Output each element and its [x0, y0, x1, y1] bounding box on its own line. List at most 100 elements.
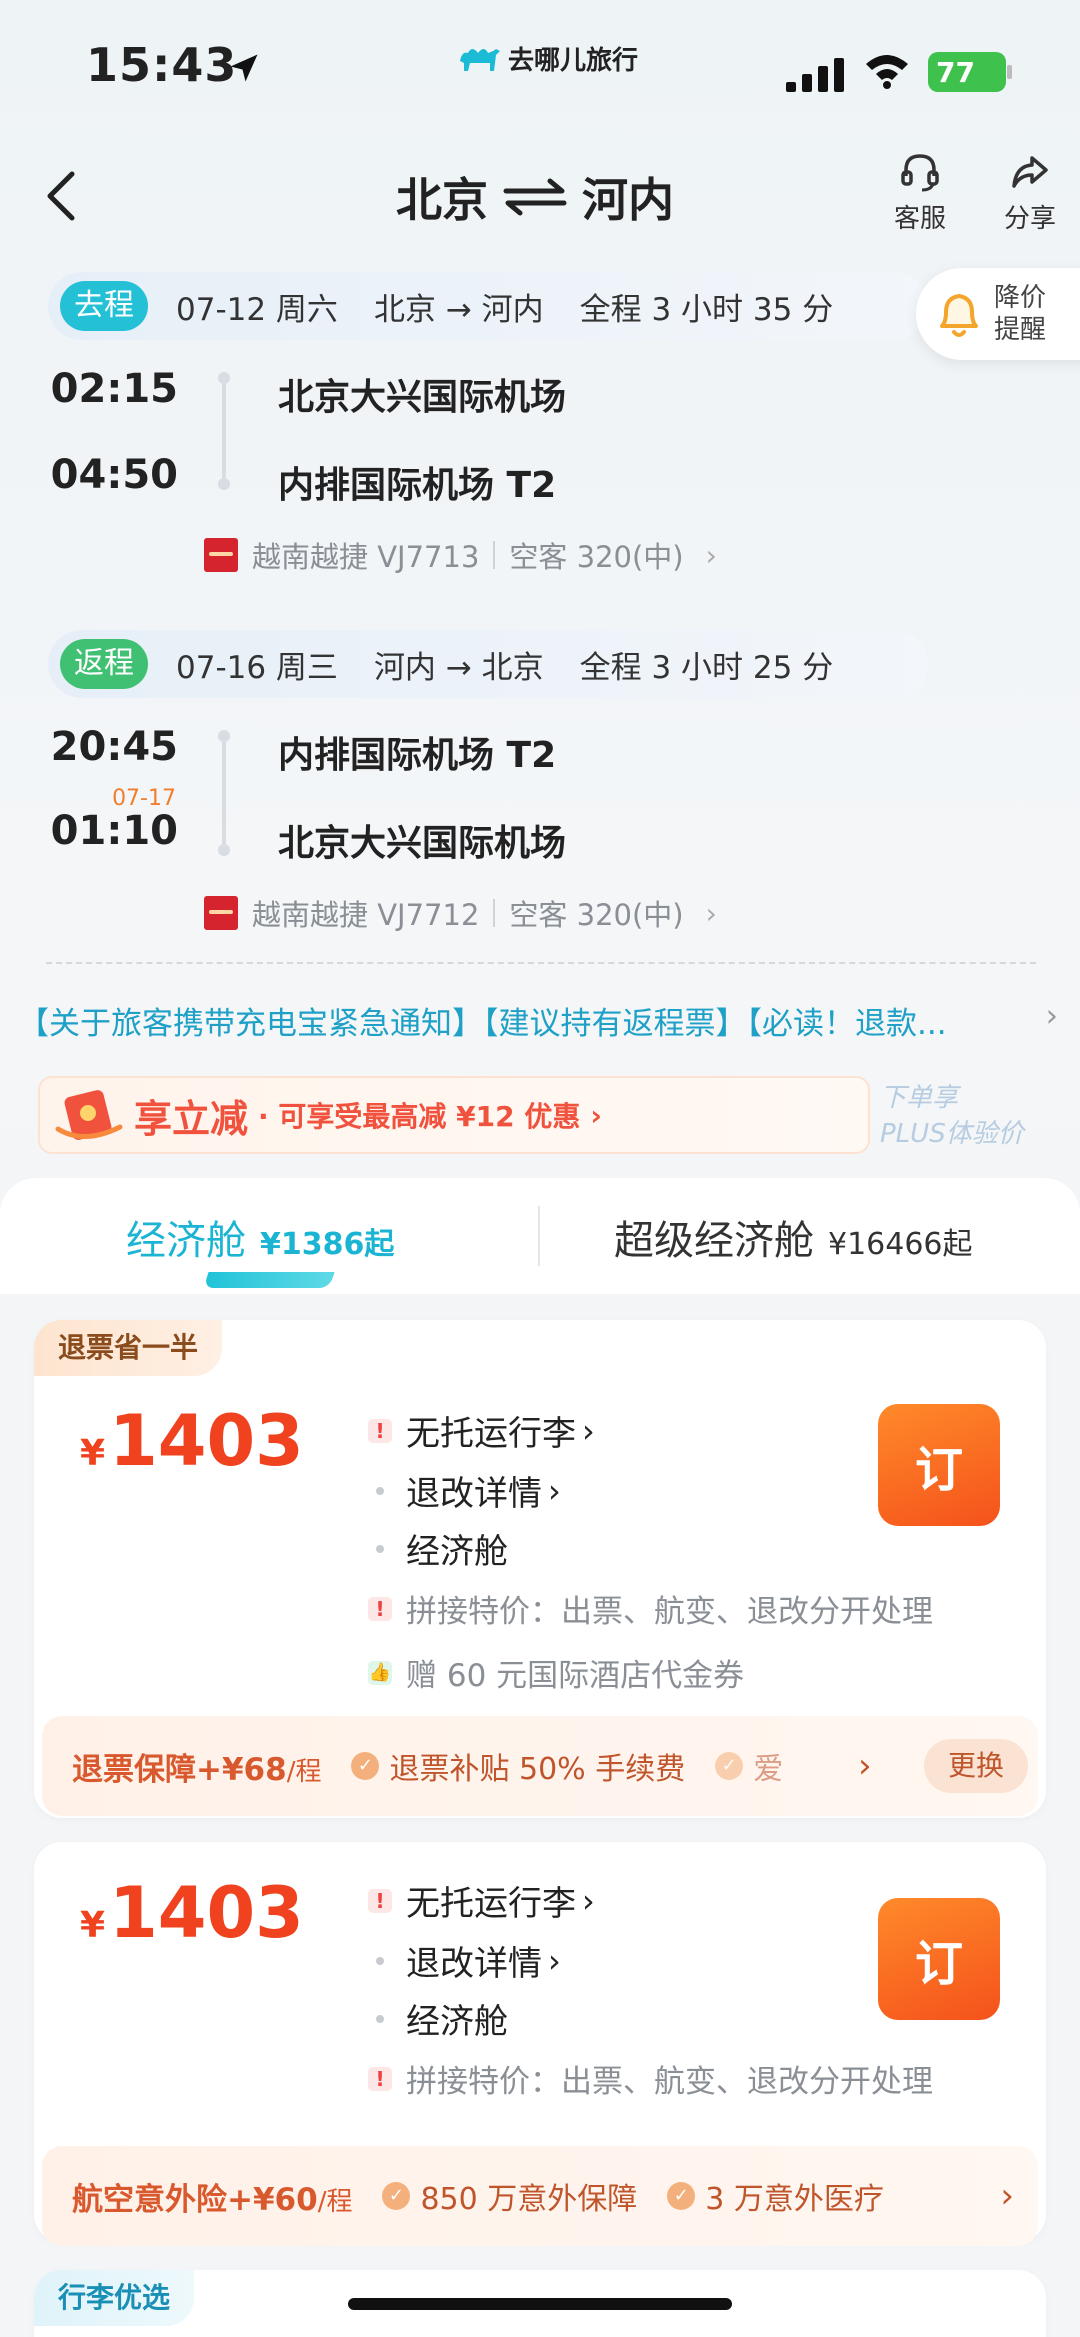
- tab-premium-economy[interactable]: 超级经济舱 ¥16466起: [614, 1208, 973, 1266]
- price-alert-button[interactable]: 降价 提醒: [916, 268, 1080, 360]
- gift-text: 赠 60 元国际酒店代金券: [406, 1658, 745, 1694]
- refund-details-link[interactable]: 退改详情 ›: [368, 1936, 561, 1985]
- active-tab-indicator: [203, 1272, 335, 1288]
- brand-name: 去哪儿旅行: [508, 46, 639, 76]
- feature-label: 经济舱: [406, 2002, 508, 2042]
- vietjet-logo-icon: [204, 896, 238, 930]
- route-to: 河内: [582, 173, 674, 227]
- outbound-flight-info[interactable]: 越南越捷 VJ7713 空客 320(中) ›: [204, 534, 717, 576]
- chevron-right-icon: ›: [548, 1941, 561, 1980]
- fare-offer-card: ¥1403 ! 无托运行李 › 退改详情 › 经济舱 ! 拼接特价：出票、航变、…: [34, 1842, 1046, 2246]
- customer-service-button[interactable]: 客服: [880, 150, 960, 235]
- return-route: 河内 → 北京: [373, 649, 544, 686]
- outbound-arr-time: 04:50: [50, 452, 178, 498]
- return-timeline: [218, 730, 230, 856]
- tab-economy-price: ¥1386起: [260, 1227, 395, 1262]
- outbound-timeline: [218, 372, 230, 490]
- return-arr-time: 01:10: [50, 808, 178, 854]
- outbound-tag: 去程: [60, 281, 148, 331]
- location-arrow-icon: [230, 54, 258, 82]
- chevron-right-icon: ›: [705, 538, 717, 572]
- return-flight-number: 越南越捷 VJ7712: [252, 898, 480, 932]
- battery-level: 77: [936, 55, 975, 89]
- cabin-class: 经济舱: [368, 1524, 508, 1573]
- notice-text: 【关于旅客携带充电宝紧急通知】【建议持有返程票】【必读！退款...: [18, 1006, 947, 1042]
- feature-label: 无托运行李: [406, 1414, 576, 1454]
- book-button[interactable]: 订: [878, 1898, 1000, 2020]
- offer-price-value: 1403: [109, 1872, 304, 1954]
- tab-premium-economy-label: 超级经济舱: [614, 1218, 814, 1264]
- tab-premium-economy-price: ¥16466起: [828, 1227, 973, 1262]
- return-date: 07-16 周三: [176, 649, 338, 686]
- accident-insurance-bar[interactable]: 航空意外险+¥60/程 ✓ 850 万意外保障 ✓ 3 万意外医疗 ›: [42, 2146, 1038, 2246]
- return-duration: 全程 3 小时 25 分: [579, 649, 834, 686]
- share-button[interactable]: 分享: [990, 150, 1070, 235]
- camel-logo-icon: [460, 48, 500, 71]
- outbound-dep-time: 02:15: [50, 366, 178, 412]
- plus-price-hint: 下单享 PLUS体验价: [880, 1080, 1024, 1152]
- refund-protection-bar[interactable]: 退票保障+¥68/程 ✓ 退票补贴 50% 手续费 ✓ 爱 › 更换: [42, 1716, 1038, 1816]
- feature-label: 退改详情: [406, 1474, 542, 1514]
- share-icon: [1012, 156, 1048, 188]
- share-label: 分享: [1003, 204, 1056, 234]
- benefit-text: 退票补贴 50% 手续费: [389, 1752, 686, 1787]
- tab-divider: [538, 1206, 540, 1266]
- thumbs-up-icon: 👍: [368, 1660, 392, 1685]
- insurance-unit: /程: [286, 1756, 322, 1787]
- insurance-name: 退票保障+¥68/程: [72, 1744, 321, 1789]
- combo-fare-note: ! 拼接特价：出票、航变、退改分开处理: [368, 1586, 933, 1631]
- promo-title: 享立减: [134, 1096, 249, 1141]
- tab-economy-label: 经济舱: [126, 1218, 246, 1264]
- baggage-link[interactable]: ! 无托运行李 ›: [368, 1406, 595, 1455]
- chevron-right-icon: ›: [548, 1471, 561, 1510]
- baggage-link[interactable]: ! 无托运行李 ›: [368, 1876, 595, 1925]
- instant-discount-banner[interactable]: 享立减 · 可享受最高减 ¥12 优惠 ›: [38, 1076, 870, 1154]
- back-arrow-icon[interactable]: [44, 170, 78, 222]
- insurance-title: 航空意外险: [72, 2181, 227, 2218]
- return-aircraft: 空客 320(中): [509, 898, 684, 932]
- chevron-right-icon: ›: [1045, 998, 1058, 1034]
- benefit-text: 爱: [753, 1752, 784, 1787]
- battery-indicator: 77: [928, 52, 1012, 92]
- tab-economy[interactable]: 经济舱 ¥1386起: [126, 1208, 394, 1266]
- benefit-text: 850 万意外保障: [420, 2182, 638, 2217]
- outbound-duration: 全程 3 小时 35 分: [579, 291, 834, 328]
- warning-icon: !: [368, 1418, 392, 1443]
- vietjet-logo-icon: [204, 538, 238, 572]
- book-button[interactable]: 订: [878, 1404, 1000, 1526]
- return-tag: 返程: [60, 639, 148, 689]
- warning-icon: !: [368, 2066, 392, 2091]
- nav-bar: 北京 河内 客服 分享: [0, 140, 1080, 250]
- outbound-summary-bar: 去程 07-12 周六 北京 → 河内 全程 3 小时 35 分: [48, 272, 928, 340]
- hotel-voucher-gift: 👍 赠 60 元国际酒店代金券: [368, 1650, 744, 1695]
- outbound-aircraft: 空客 320(中): [509, 540, 684, 574]
- outbound-route: 北京 → 河内: [373, 291, 544, 328]
- insurance-name: 航空意外险+¥60/程: [72, 2174, 352, 2219]
- combo-fare-note: ! 拼接特价：出票、航变、退改分开处理: [368, 2056, 933, 2101]
- plus-line1: 下单享: [880, 1083, 959, 1113]
- return-summary-bar: 返程 07-16 周三 河内 → 北京 全程 3 小时 25 分: [48, 630, 928, 698]
- red-envelope-icon: [55, 1090, 123, 1140]
- route-title: 北京 河内: [396, 164, 674, 230]
- outbound-arr-airport: 内排国际机场 T2: [278, 465, 557, 506]
- headset-icon: [901, 154, 939, 192]
- insurance-benefit: ✓ 850 万意外保障: [382, 2174, 637, 2218]
- check-icon: ✓: [667, 2182, 696, 2210]
- return-flight-info[interactable]: 越南越捷 VJ7712 空客 320(中) ›: [204, 892, 717, 934]
- chevron-right-icon: ›: [1000, 2176, 1014, 2216]
- outbound-date: 07-12 周六: [176, 291, 338, 328]
- change-insurance-button[interactable]: 更换: [923, 1739, 1028, 1793]
- chevron-right-icon: ›: [582, 1881, 595, 1920]
- refund-details-link[interactable]: 退改详情 ›: [368, 1466, 561, 1515]
- status-bar: 15:43 去哪儿旅行 77: [0, 0, 1080, 130]
- promo-desc: · 可享受最高减 ¥12 优惠: [258, 1100, 581, 1133]
- bell-icon: [940, 294, 978, 337]
- insurance-unit: /程: [317, 2186, 353, 2217]
- insurance-title: 退票保障: [72, 1751, 196, 1788]
- notice-banner[interactable]: 【关于旅客携带充电宝紧急通知】【建议持有返程票】【必读！退款... ›: [18, 998, 1068, 1043]
- round-trip-arrows-icon: [503, 178, 567, 216]
- offer-price: ¥1403: [80, 1872, 304, 1954]
- return-dep-time: 20:45: [50, 724, 178, 770]
- home-indicator: [348, 2298, 732, 2310]
- outbound-dep-airport: 北京大兴国际机场: [278, 377, 567, 418]
